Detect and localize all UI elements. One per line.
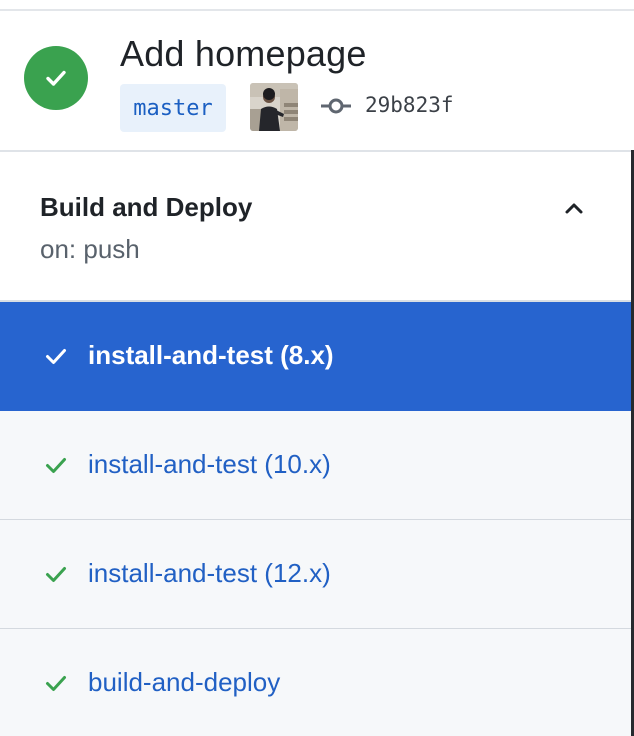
branch-label[interactable]: master — [120, 84, 226, 132]
job-item-install-and-test-12x[interactable]: install-and-test (12.x) — [0, 520, 631, 629]
workflow-run-panel: Add homepage master 29b823f Build and De… — [0, 0, 634, 736]
run-header: Add homepage master 29b823f — [0, 11, 634, 151]
avatar[interactable] — [250, 83, 298, 131]
check-icon — [46, 349, 66, 364]
job-item-install-and-test-8x[interactable]: install-and-test (8.x) — [0, 302, 631, 411]
commit-sha-link[interactable]: 29b823f — [365, 93, 454, 117]
check-circle-icon — [46, 70, 66, 86]
commit-title: Add homepage — [120, 33, 367, 74]
job-label: install-and-test (10.x) — [88, 449, 331, 479]
workflow-trigger: on: push — [40, 234, 140, 264]
workflow-section-header[interactable]: Build and Deploy on: push — [0, 152, 631, 300]
workflow-name: Build and Deploy — [40, 192, 253, 222]
job-label: install-and-test (12.x) — [88, 558, 331, 588]
job-label: build-and-deploy — [88, 667, 281, 697]
job-list: install-and-test (8.x) install-and-test … — [0, 302, 631, 736]
check-icon — [46, 458, 66, 473]
check-icon — [46, 567, 66, 582]
check-icon — [46, 676, 66, 691]
job-label: install-and-test (8.x) — [88, 340, 334, 370]
git-commit-icon — [321, 98, 351, 114]
job-item-build-and-deploy[interactable]: build-and-deploy — [0, 629, 631, 736]
run-status-badge — [24, 46, 88, 110]
chevron-up-icon[interactable] — [562, 196, 586, 220]
job-item-install-and-test-10x[interactable]: install-and-test (10.x) — [0, 411, 631, 520]
